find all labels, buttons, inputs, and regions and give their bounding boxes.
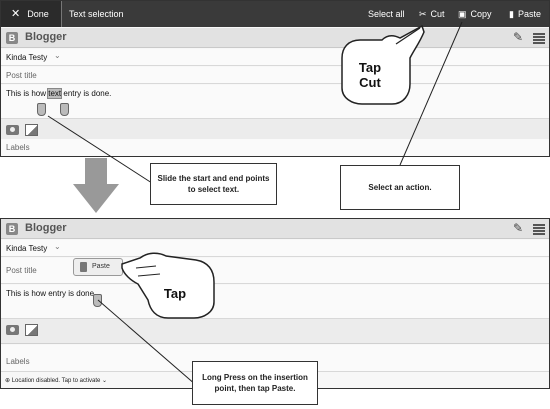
post-title-placeholder: Post title <box>6 71 37 80</box>
gesture-label-tap-cut: Tap Cut <box>358 60 382 90</box>
down-arrow-icon <box>73 158 119 213</box>
paste-button[interactable]: ▮ Paste <box>509 1 541 27</box>
blog-name: Kinda Testy <box>6 244 48 253</box>
contextual-action-bar: ✕ Done Text selection Select all ✂ Cut ▣ Co… <box>1 1 549 27</box>
done-label: Done <box>27 9 49 19</box>
paste-popup-label: Paste <box>92 263 110 270</box>
post-title-placeholder: Post title <box>6 266 37 275</box>
grid-menu-icon[interactable] <box>533 224 545 235</box>
body-text-before: This is how <box>6 89 49 98</box>
app-header: B Blogger ✎ <box>1 28 549 48</box>
camera-icon[interactable] <box>6 325 19 335</box>
paste-popup-button[interactable]: Paste <box>73 258 123 276</box>
screenshot-text-selection: ✕ Done Text selection Select all ✂ Cut ▣ Co… <box>0 0 550 157</box>
insertion-point-handle[interactable] <box>93 294 102 307</box>
selection-start-handle[interactable] <box>37 103 46 116</box>
blog-name: Kinda Testy <box>6 53 48 62</box>
selection-end-handle[interactable] <box>60 103 69 116</box>
chevron-down-icon: ⌄ <box>54 242 61 251</box>
blogger-logo-icon: B <box>6 223 18 235</box>
copy-button[interactable]: ▣ Copy <box>458 1 492 27</box>
paste-clipboard-icon <box>80 262 87 272</box>
labels-placeholder: Labels <box>6 357 30 366</box>
body-text-after: entry is done. <box>61 89 112 98</box>
image-icon[interactable] <box>25 124 38 136</box>
callout-select-action: Select an action. <box>340 165 460 210</box>
blog-selector[interactable]: Kinda Testy ⌄ <box>1 49 549 66</box>
app-name: Blogger <box>25 31 67 43</box>
cut-button[interactable]: ✂ Cut <box>419 1 445 27</box>
location-icon: ⊕ <box>5 378 11 384</box>
media-toolbar <box>1 319 549 344</box>
app-header: B Blogger ✎ <box>1 219 549 239</box>
gesture-label-tap: Tap <box>163 286 187 301</box>
select-all-button[interactable]: Select all <box>368 1 405 27</box>
selected-text[interactable]: text <box>47 88 63 99</box>
paste-clipboard-icon: ▮ <box>509 9 514 19</box>
labels-field[interactable]: Labels <box>1 139 549 156</box>
post-body-text: This is how entry is done. <box>6 289 97 298</box>
post-body-text: This is how text entry is done. <box>6 88 112 99</box>
chevron-down-icon: ⌄ <box>54 51 61 60</box>
post-body-field[interactable]: This is how text entry is done. <box>1 85 549 119</box>
scissors-icon: ✂ <box>419 9 427 19</box>
cut-label: Cut <box>430 9 445 19</box>
labels-placeholder: Labels <box>6 143 30 152</box>
pencil-icon[interactable]: ✎ <box>513 30 523 44</box>
copy-icon: ▣ <box>458 9 467 19</box>
callout-long-press: Long Press on the insertion point, then … <box>192 361 318 405</box>
paste-label: Paste <box>517 9 541 19</box>
callout-select-text: Slide the start and end points to select… <box>150 163 277 205</box>
blogger-logo-icon: B <box>6 32 18 44</box>
post-body-field[interactable]: This is how entry is done. <box>1 285 549 319</box>
blog-selector[interactable]: Kinda Testy ⌄ <box>1 240 549 257</box>
location-status-text: Location disabled. Tap to activate <box>11 378 101 384</box>
done-button[interactable]: ✕ Done <box>1 1 62 27</box>
image-icon[interactable] <box>25 324 38 336</box>
grid-menu-icon[interactable] <box>533 33 545 44</box>
action-bar-title: Text selection <box>69 9 124 19</box>
app-name: Blogger <box>25 222 67 234</box>
chevron-down-icon: ⌄ <box>102 378 108 384</box>
copy-label: Copy <box>470 9 492 19</box>
pencil-icon[interactable]: ✎ <box>513 221 523 235</box>
camera-icon[interactable] <box>6 125 19 135</box>
post-title-field[interactable]: Post title <box>1 67 549 84</box>
close-icon: ✕ <box>11 8 21 20</box>
